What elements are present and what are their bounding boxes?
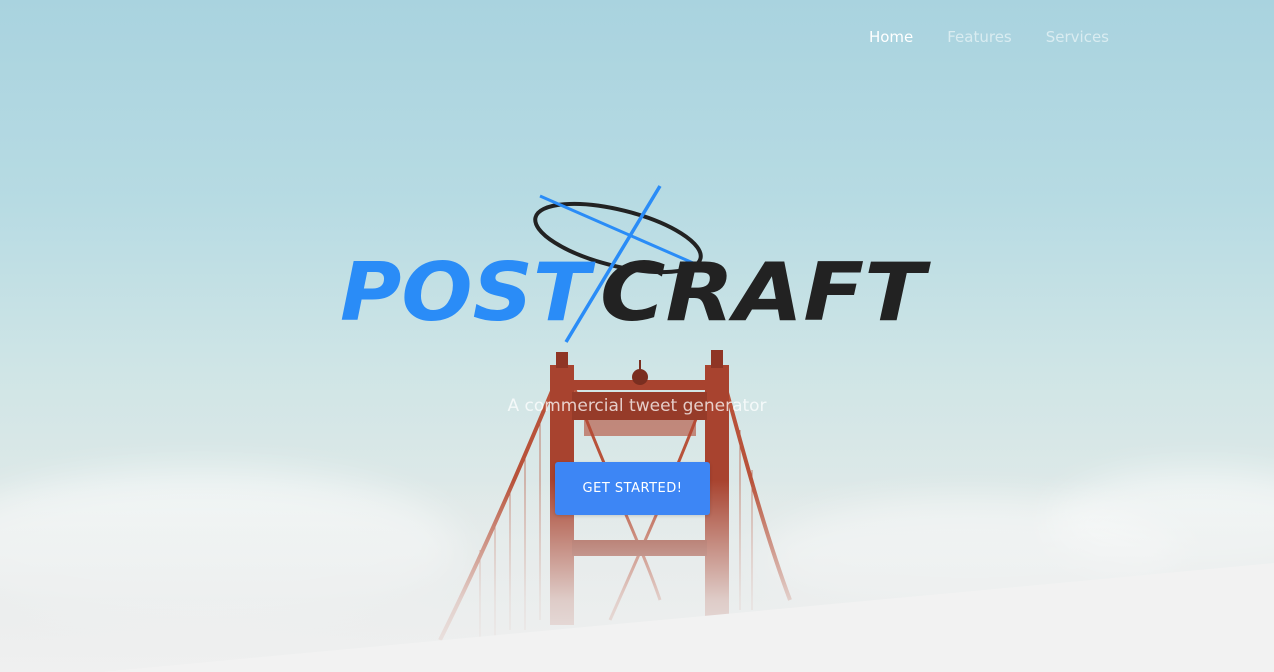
logo-text-craft: CRAFT [600, 246, 931, 339]
hero-subtitle: A commercial tweet generator [507, 396, 767, 416]
nav-services-link[interactable]: Services [1046, 28, 1109, 46]
nav-features-link[interactable]: Features [947, 28, 1012, 46]
hero-section: Home Features Services POST CRAFT A comm… [0, 0, 1274, 672]
top-nav: Home Features Services [0, 28, 1274, 46]
get-started-button[interactable]: GET STARTED! [555, 462, 710, 515]
nav-home-link[interactable]: Home [869, 28, 913, 46]
postcraft-logo: POST CRAFT [340, 185, 931, 343]
logo-text-post: POST [340, 246, 596, 339]
